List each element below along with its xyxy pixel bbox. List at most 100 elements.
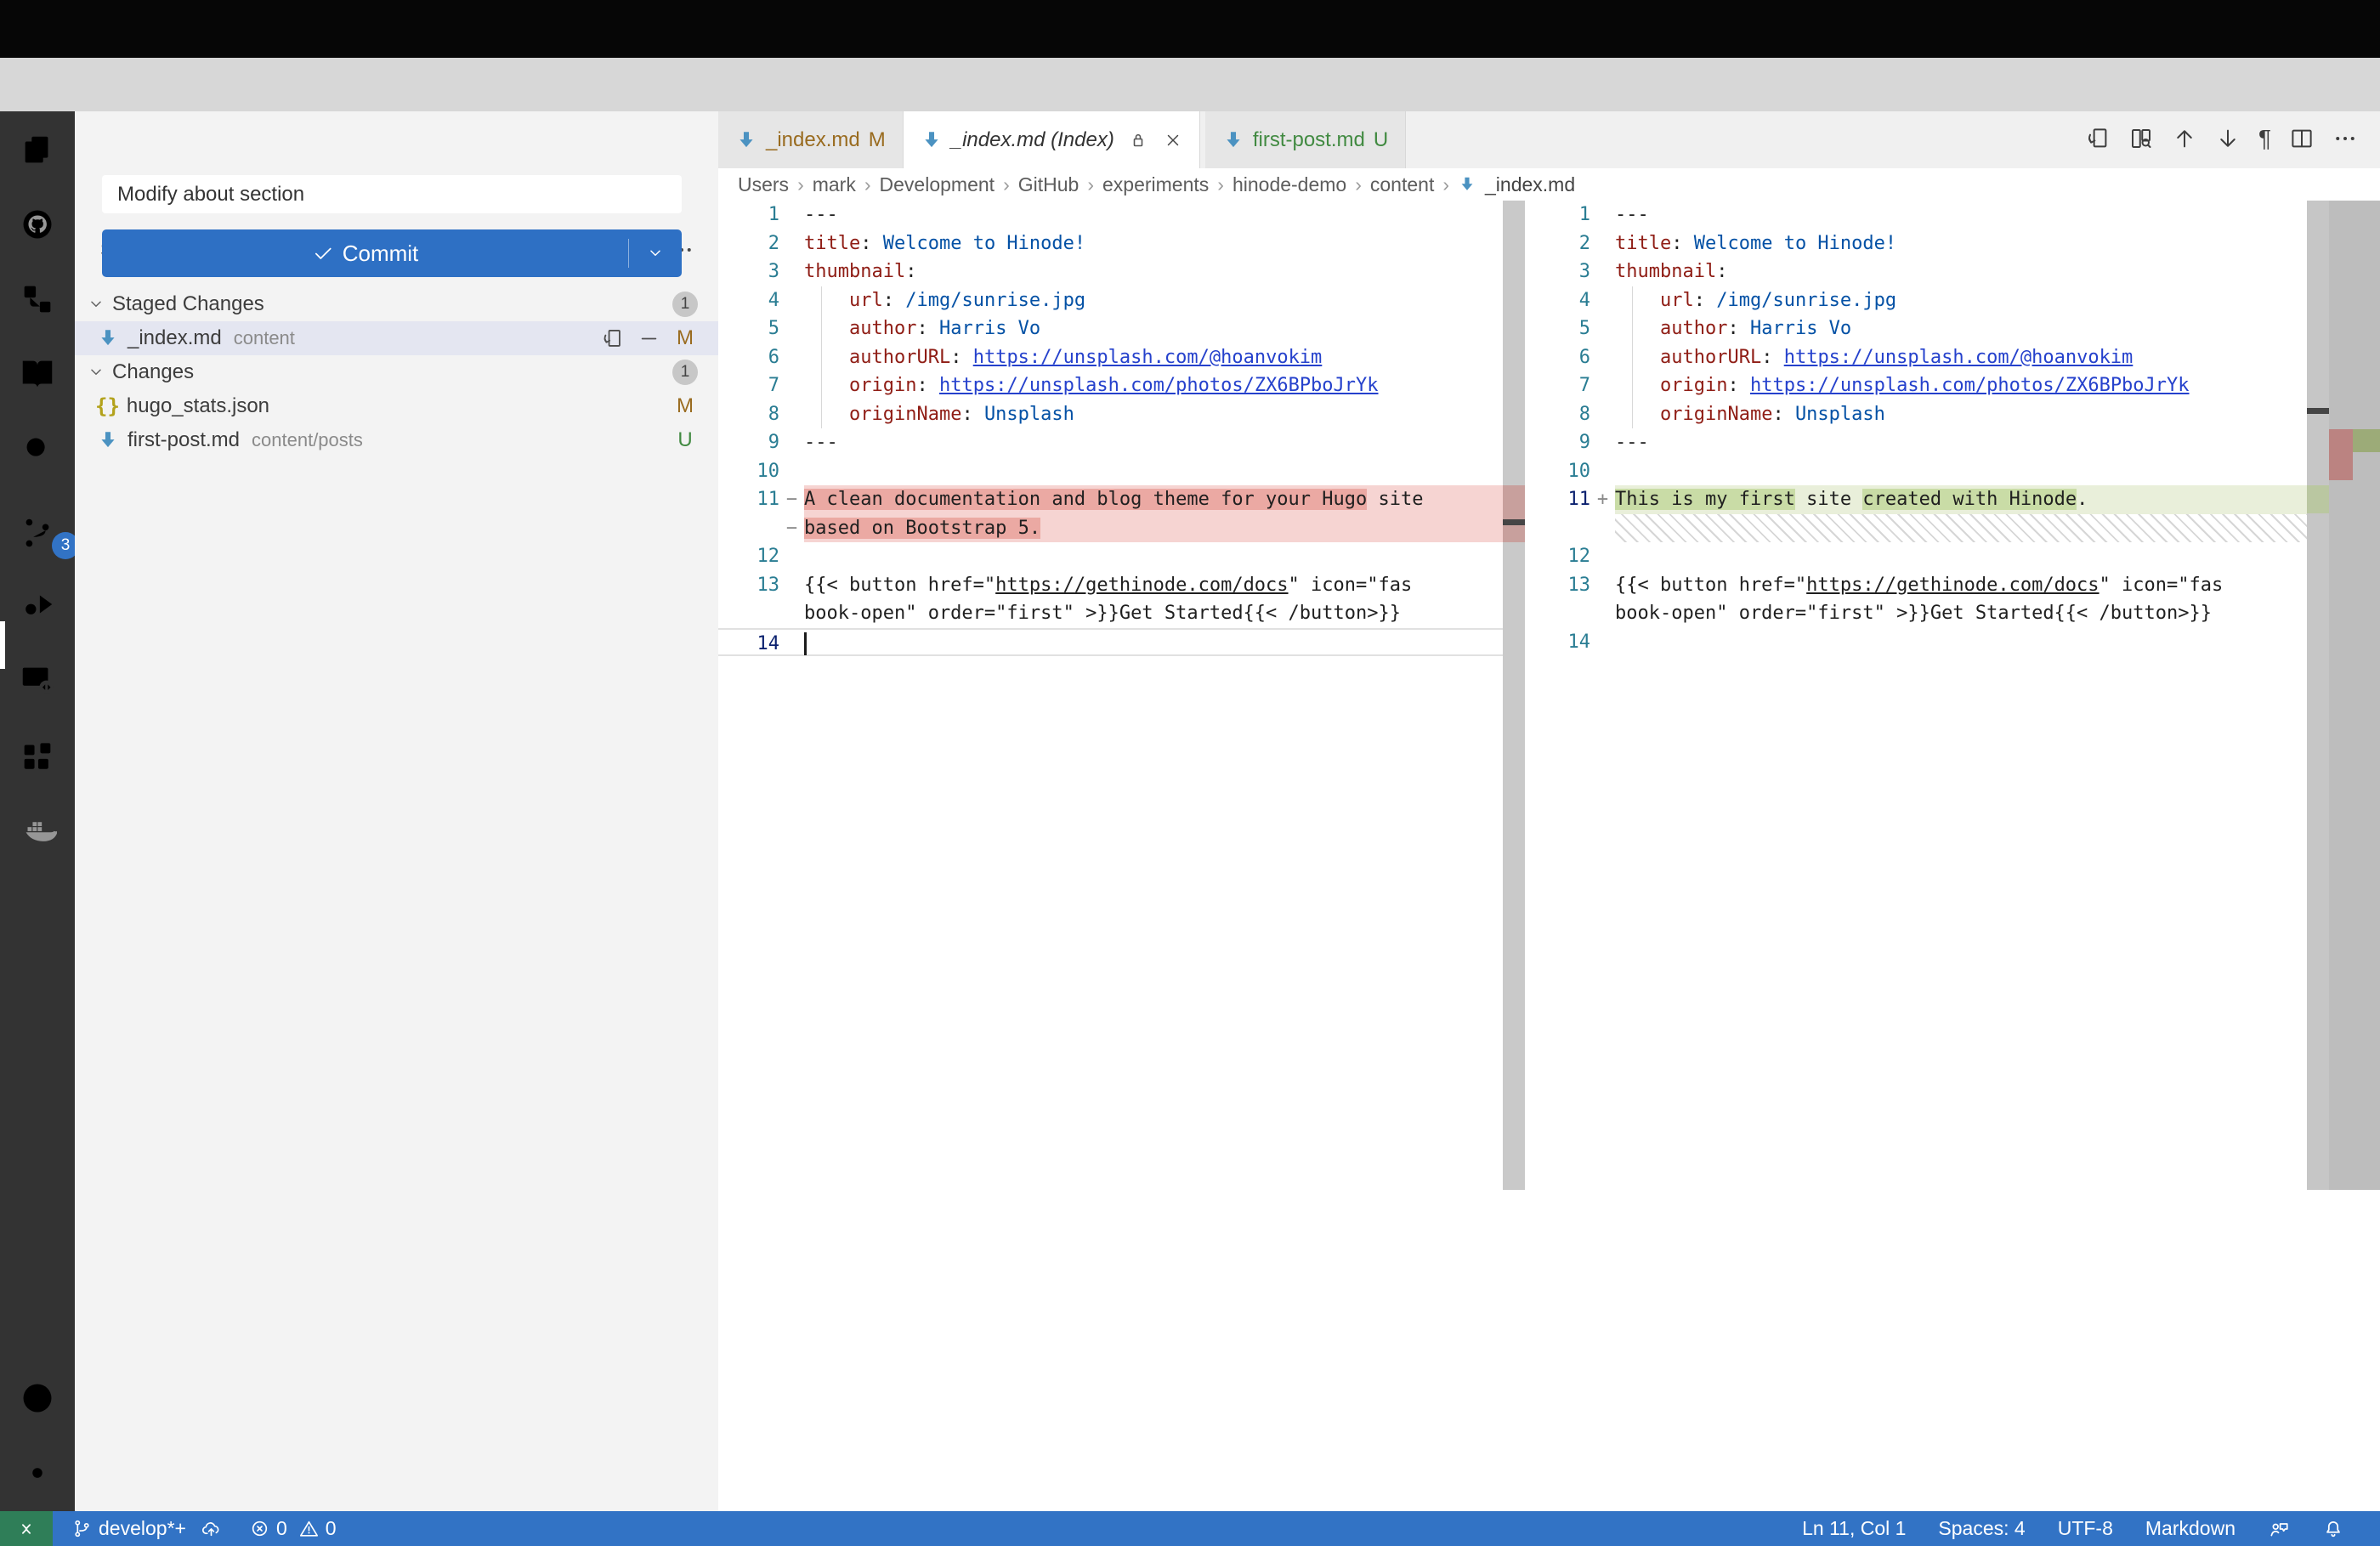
gutter[interactable]: 3 <box>718 258 804 286</box>
activity-item-remote[interactable] <box>18 660 57 699</box>
code-text[interactable]: based on Bootstrap 5. <box>804 514 1503 543</box>
code-line[interactable]: 8 originName: Unsplash <box>718 400 1503 429</box>
status-item[interactable]: Markdown <box>2145 1517 2236 1540</box>
split-editor-icon[interactable] <box>2289 126 2315 151</box>
code-line[interactable]: 11−A clean documentation and blog theme … <box>718 485 1503 514</box>
remote-indicator[interactable] <box>0 1511 53 1546</box>
gutter[interactable]: 12 <box>718 542 804 571</box>
gutter[interactable]: 7 <box>1525 371 1615 400</box>
gutter[interactable]: 9 <box>718 428 804 457</box>
activity-item-account[interactable] <box>18 1379 57 1418</box>
code-line[interactable]: 6 authorURL: https://unsplash.com/@hoanv… <box>718 343 1503 372</box>
code-text[interactable] <box>1615 514 2307 543</box>
open-changes-icon[interactable] <box>2085 126 2111 151</box>
code-line[interactable]: 2title: Welcome to Hinode! <box>1525 229 2307 258</box>
gutter[interactable]: 10 <box>718 457 804 486</box>
activity-item-debug[interactable] <box>18 585 57 624</box>
code-line[interactable]: 9--- <box>718 428 1503 457</box>
status-item[interactable]: UTF-8 <box>2058 1517 2113 1540</box>
code-text[interactable]: thumbnail: <box>1615 258 2307 286</box>
problems-status-item[interactable]: 0 0 <box>249 1517 337 1540</box>
next-change-icon[interactable] <box>2215 126 2241 151</box>
code-text[interactable]: thumbnail: <box>804 258 1503 286</box>
changes-group-header[interactable]: Staged Changes1 <box>75 287 718 321</box>
activity-item-gear[interactable] <box>18 1453 57 1492</box>
activity-item-references[interactable] <box>18 280 57 319</box>
code-text[interactable]: --- <box>804 201 1503 229</box>
gutter[interactable]: 10 <box>1525 457 1615 486</box>
open-file-icon[interactable] <box>601 327 624 350</box>
gutter[interactable]: 14 <box>1525 628 1615 657</box>
gutter[interactable]: 3 <box>1525 258 1615 286</box>
code-text[interactable]: url: /img/sunrise.jpg <box>804 286 1503 315</box>
breadcrumb-item[interactable]: GitHub <box>1018 173 1080 196</box>
code-text[interactable]: authorURL: https://unsplash.com/@hoanvok… <box>804 343 1503 372</box>
bell-icon[interactable] <box>2322 1518 2344 1540</box>
gutter[interactable]: 13 <box>1525 571 1615 600</box>
gutter[interactable]: 1 <box>1525 201 1615 229</box>
gutter[interactable]: 9 <box>1525 428 1615 457</box>
code-line[interactable]: 9--- <box>1525 428 2307 457</box>
more-icon[interactable] <box>2332 126 2358 151</box>
gutter[interactable]: 2 <box>1525 229 1615 258</box>
commit-message-input[interactable] <box>102 175 682 213</box>
code-line[interactable]: 5 author: Harris Vo <box>718 314 1503 343</box>
close-icon[interactable] <box>1164 131 1182 150</box>
code-text[interactable] <box>1615 628 2307 657</box>
pilcrow-icon[interactable]: ¶ <box>2258 126 2271 151</box>
branch-status-item[interactable]: develop*+ <box>71 1517 222 1540</box>
gutter[interactable] <box>1525 599 1615 628</box>
code-text[interactable]: author: Harris Vo <box>804 314 1503 343</box>
editor-tab[interactable]: _index.mdM <box>718 111 904 168</box>
editor-tab[interactable]: first-post.mdU <box>1205 111 1406 168</box>
gutter[interactable]: 11− <box>718 485 804 514</box>
minimap[interactable] <box>2329 201 2380 1190</box>
code-text[interactable]: title: Welcome to Hinode! <box>1615 229 2307 258</box>
right-editor-scrollbar[interactable] <box>2307 201 2329 1190</box>
gutter[interactable] <box>1525 514 1615 543</box>
scm-file-row[interactable]: first-post.mdcontent/postsU <box>75 423 718 457</box>
gutter[interactable]: 8 <box>718 400 804 429</box>
code-text[interactable]: --- <box>804 428 1503 457</box>
code-text[interactable]: url: /img/sunrise.jpg <box>1615 286 2307 315</box>
code-line[interactable]: 10 <box>1525 457 2307 486</box>
code-line[interactable]: 12 <box>718 542 1503 571</box>
feedback-icon[interactable] <box>2268 1518 2290 1540</box>
activity-item-docker[interactable] <box>18 811 57 850</box>
scm-file-row[interactable]: {}hugo_stats.jsonM <box>75 389 718 423</box>
code-line[interactable]: 4 url: /img/sunrise.jpg <box>1525 286 2307 315</box>
code-line[interactable]: 1--- <box>718 201 1503 229</box>
gutter[interactable]: 2 <box>718 229 804 258</box>
code-line[interactable]: 8 originName: Unsplash <box>1525 400 2307 429</box>
inline-view-icon[interactable] <box>2128 126 2154 151</box>
gutter[interactable]: 5 <box>1525 314 1615 343</box>
gutter[interactable]: 4 <box>718 286 804 315</box>
prev-change-icon[interactable] <box>2172 126 2197 151</box>
breadcrumb-item[interactable]: mark <box>813 173 856 196</box>
diff-editor[interactable]: 1---2title: Welcome to Hinode!3thumbnail… <box>718 201 2380 1511</box>
code-text[interactable]: --- <box>1615 428 2307 457</box>
code-text[interactable]: book-open" order="first" >}}Get Started{… <box>804 599 1503 628</box>
activity-item-source-control[interactable]: 3 <box>18 513 57 552</box>
code-text[interactable] <box>1615 457 2307 486</box>
code-line[interactable]: −based on Bootstrap 5. <box>718 514 1503 543</box>
code-text[interactable]: {{< button href="https://gethinode.com/d… <box>804 571 1503 600</box>
activity-item-github[interactable] <box>18 205 57 244</box>
gutter[interactable]: 13 <box>718 571 804 600</box>
code-line[interactable]: 13{{< button href="https://gethinode.com… <box>718 571 1503 600</box>
breadcrumb-item[interactable]: experiments <box>1102 173 1209 196</box>
left-editor-scrollbar[interactable] <box>1503 201 1525 1190</box>
gutter[interactable]: 4 <box>1525 286 1615 315</box>
code-text[interactable]: title: Welcome to Hinode! <box>804 229 1503 258</box>
code-text[interactable] <box>804 630 1503 655</box>
breadcrumb-item[interactable]: _index.md <box>1485 173 1575 196</box>
gutter[interactable]: 8 <box>1525 400 1615 429</box>
activity-item-files[interactable] <box>18 131 57 170</box>
diff-modified-pane[interactable]: 1 --- 2title: Welcome to Hinode!3thumbnail… <box>1525 201 2307 656</box>
scm-file-row[interactable]: _index.mdcontentM <box>75 321 718 355</box>
code-line[interactable]: 12 <box>1525 542 2307 571</box>
code-line[interactable]: 14 <box>718 628 1503 657</box>
changes-group-header[interactable]: Changes1 <box>75 355 718 389</box>
code-line[interactable]: 13{{< button href="https://gethinode.com… <box>1525 571 2307 600</box>
code-text[interactable]: {{< button href="https://gethinode.com/d… <box>1615 571 2307 600</box>
